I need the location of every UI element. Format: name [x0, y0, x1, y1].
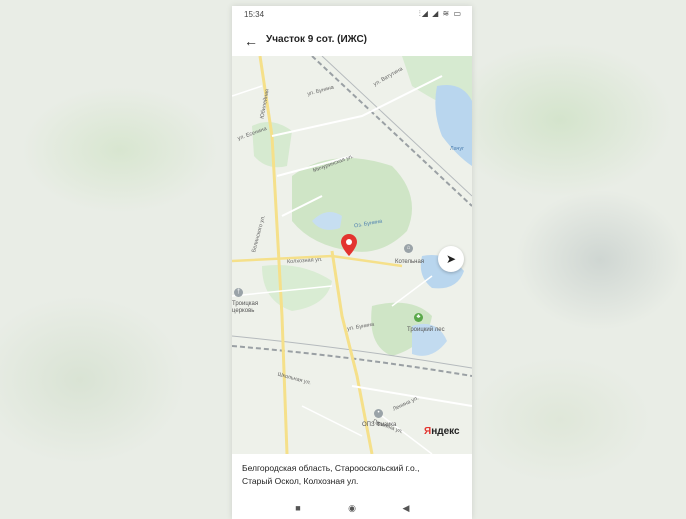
status-icons: ⫶◢ ◢ ≋ ▭ — [418, 9, 462, 18]
church-icon: † — [234, 288, 243, 297]
phone-screen: 15:34 ⫶◢ ◢ ≋ ▭ ← Участок 9 сот. (ИЖС) ул… — [232, 6, 472, 519]
recents-square-icon[interactable]: ■ — [288, 501, 308, 515]
street — [232, 85, 263, 97]
address-block: Белгородская область, Старооскольский г.… — [232, 454, 472, 498]
back-arrow-icon[interactable]: ← — [240, 30, 262, 52]
address-line-2: Старый Оскол, Колхозная ул. — [242, 476, 359, 486]
my-location-button[interactable]: ➤ — [438, 246, 464, 272]
poi-label: Котельная — [395, 259, 425, 265]
yandex-logo: Яндекс — [424, 426, 460, 437]
street — [301, 405, 363, 437]
address-text: Белгородская область, Старооскольский г.… — [242, 462, 466, 488]
water-area — [435, 85, 472, 166]
home-circle-icon[interactable]: ◉ — [342, 501, 362, 515]
place-icon: • — [374, 409, 383, 418]
map-pin-icon[interactable] — [341, 234, 357, 256]
status-bar: 15:34 ⫶◢ ◢ ≋ ▭ — [232, 6, 472, 26]
forest-icon: ♣ — [414, 313, 423, 322]
poi-label: ОПЗ Физика — [362, 422, 397, 428]
forest-area — [262, 265, 332, 311]
status-time: 15:34 — [244, 10, 265, 19]
street — [391, 275, 433, 307]
building-icon: ⌂ — [404, 244, 413, 253]
page-title: Участок 9 сот. (ИЖС) — [266, 34, 368, 45]
app-header: ← Участок 9 сот. (ИЖС) — [232, 26, 472, 56]
address-line-1: Белгородская область, Старооскольский г.… — [242, 463, 420, 473]
map-view[interactable]: ул. Ватутина ул. Бунина Юбилейная ул. Ес… — [232, 56, 472, 454]
water-label: Лачуг — [450, 146, 465, 152]
poi-label: Троицкая церковь — [232, 301, 259, 314]
navigation-arrow-icon: ➤ — [445, 252, 457, 266]
system-nav-bar: ■ ◉ ◀ — [232, 498, 472, 519]
poi-label: Троицкий лес — [407, 327, 445, 333]
back-triangle-icon[interactable]: ◀ — [396, 501, 416, 515]
